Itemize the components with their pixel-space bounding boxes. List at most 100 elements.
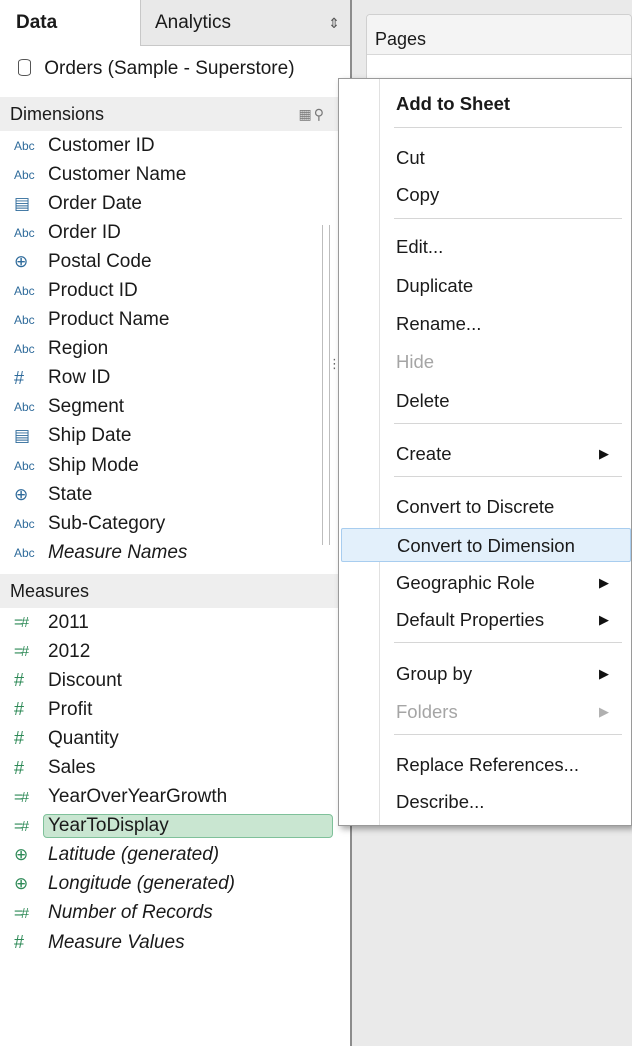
string-type-icon: Abc — [14, 400, 35, 415]
field-name: Customer ID — [48, 134, 155, 156]
measure-field[interactable]: ⊕ Longitude (generated) — [0, 870, 340, 899]
number-type-icon: # — [14, 728, 25, 749]
dimension-field[interactable]: Abc Measure Names — [0, 538, 340, 567]
database-icon — [18, 59, 31, 76]
string-type-icon: Abc — [14, 342, 35, 357]
search-icon[interactable]: ⚲ — [314, 106, 326, 122]
measure-field[interactable]: ⊕ Latitude (generated) — [0, 841, 340, 870]
submenu-arrow-icon: ▶ — [599, 704, 609, 719]
pane-tabs: Data Analytics ⇕ — [0, 0, 350, 46]
dimension-field[interactable]: Abc Region — [0, 335, 340, 364]
field-name: YearToDisplay — [43, 814, 333, 839]
measure-field[interactable]: # Discount — [0, 666, 340, 695]
tab-data[interactable]: Data — [0, 0, 140, 46]
measure-field[interactable]: # Sales — [0, 753, 340, 782]
field-name: 2011 — [48, 611, 89, 633]
submenu-arrow-icon: ▶ — [599, 446, 609, 461]
measure-field[interactable]: # Quantity — [0, 724, 340, 753]
string-type-icon: Abc — [14, 225, 35, 240]
menu-cut[interactable]: Cut — [339, 141, 631, 175]
string-type-icon: Abc — [14, 458, 35, 473]
datasource-label: Orders (Sample - Superstore) — [44, 58, 295, 79]
menu-default-properties[interactable]: Default Properties ▶ — [339, 603, 631, 637]
dimension-field[interactable]: ⊕ Postal Code — [0, 247, 340, 276]
menu-hide: Hide — [396, 351, 435, 372]
dimension-field[interactable]: # Row ID — [0, 364, 340, 393]
calculated-number-icon: =# — [14, 904, 29, 922]
menu-describe[interactable]: Describe... — [339, 785, 631, 819]
measure-field[interactable]: =# YearToDisplay — [0, 812, 340, 841]
menu-create[interactable]: Create ▶ — [339, 437, 631, 471]
dimension-field[interactable]: ▤ Ship Date — [0, 422, 340, 451]
menu-delete[interactable]: Delete — [339, 384, 631, 418]
dimension-field[interactable]: Abc Order ID — [0, 218, 340, 247]
menu-group-by-label: Group by — [396, 663, 473, 684]
menu-separator — [394, 423, 622, 424]
measure-field[interactable]: =# Number of Records — [0, 899, 340, 928]
calculated-number-icon: =# — [14, 643, 29, 661]
field-name: Product ID — [48, 280, 138, 302]
field-name: Quantity — [48, 727, 119, 749]
measure-field[interactable]: =# YearOverYearGrowth — [0, 783, 340, 812]
field-name: Profit — [48, 698, 93, 720]
dimension-field[interactable]: Abc Segment — [0, 393, 340, 422]
menu-replace-references[interactable]: Replace References... — [339, 748, 631, 782]
number-type-icon: # — [14, 757, 25, 778]
geo-type-icon: ⊕ — [14, 874, 29, 894]
field-name: Ship Date — [48, 425, 132, 447]
number-type-icon: # — [14, 699, 25, 720]
date-type-icon: ▤ — [14, 426, 31, 446]
menu-rename[interactable]: Rename... — [339, 307, 631, 341]
menu-convert-to-discrete[interactable]: Convert to Discrete — [339, 490, 631, 524]
date-type-icon: ▤ — [14, 193, 31, 213]
dimension-field[interactable]: ▤ Order Date — [0, 189, 340, 218]
menu-add-to-sheet[interactable]: Add to Sheet — [339, 87, 631, 121]
tab-analytics-label: Analytics — [155, 12, 232, 33]
menu-edit[interactable]: Edit... — [339, 230, 631, 264]
measure-field[interactable]: # Measure Values — [0, 928, 340, 957]
dimensions-scrollbar[interactable] — [322, 225, 330, 545]
sort-arrows-icon[interactable]: ⇕ — [328, 0, 340, 46]
dimension-field[interactable]: Abc Product Name — [0, 306, 340, 335]
field-name: Ship Mode — [48, 454, 139, 476]
view-toggle-icon[interactable]: ▦ — [299, 106, 314, 122]
menu-geographic-role[interactable]: Geographic Role ▶ — [339, 566, 631, 600]
measures-list: =# 2011 =# 2012 # Discount # Profit # Quantity # Sa… — [0, 608, 340, 957]
measure-field[interactable]: =# 2011 — [0, 608, 340, 637]
field-name: Segment — [48, 396, 125, 418]
measure-field[interactable]: # Profit — [0, 695, 340, 724]
measure-field[interactable]: =# 2012 — [0, 637, 340, 666]
dimensions-title: Dimensions — [10, 104, 105, 124]
calculated-number-icon: =# — [14, 788, 29, 806]
menu-separator — [394, 476, 622, 477]
dimension-field[interactable]: Abc Ship Mode — [0, 451, 340, 480]
dimension-field[interactable]: Abc Product ID — [0, 276, 340, 305]
dimension-field[interactable]: Abc Customer Name — [0, 160, 340, 189]
field-name: Discount — [48, 669, 122, 691]
field-name: Customer Name — [48, 163, 187, 185]
menu-group-by[interactable]: Group by ▶ — [339, 657, 631, 691]
datasource-selector[interactable]: Orders (Sample - Superstore) — [8, 50, 342, 88]
field-context-menu: Add to Sheet Cut Copy Edit... Duplicate … — [338, 78, 632, 826]
dimension-field[interactable]: Abc Customer ID — [0, 131, 340, 160]
dimensions-tools[interactable]: ▦⚲ — [299, 97, 327, 131]
submenu-arrow-icon: ▶ — [599, 575, 609, 590]
dimension-field[interactable]: Abc Sub-Category — [0, 509, 340, 538]
number-type-icon: # — [14, 670, 25, 691]
field-name: Sales — [48, 757, 96, 779]
field-name: Region — [48, 338, 109, 360]
menu-duplicate[interactable]: Duplicate — [339, 269, 631, 303]
submenu-arrow-icon: ▶ — [599, 612, 609, 627]
dimension-field[interactable]: ⊕ State — [0, 480, 340, 509]
dimensions-list: Abc Customer ID Abc Customer Name ▤ Order Dat… — [0, 131, 340, 567]
tab-analytics[interactable]: Analytics ⇕ — [140, 0, 350, 46]
menu-geographic-role-label: Geographic Role — [396, 572, 535, 593]
field-name: Number of Records — [48, 902, 213, 924]
menu-convert-to-dimension[interactable]: Convert to Dimension — [341, 528, 631, 562]
field-name: 2012 — [48, 640, 91, 662]
data-pane: Data Analytics ⇕ Orders (Sample - Supers… — [0, 0, 352, 1046]
menu-separator — [394, 218, 622, 219]
menu-copy[interactable]: Copy — [339, 178, 631, 212]
menu-separator — [394, 127, 622, 128]
measures-title: Measures — [10, 581, 90, 601]
